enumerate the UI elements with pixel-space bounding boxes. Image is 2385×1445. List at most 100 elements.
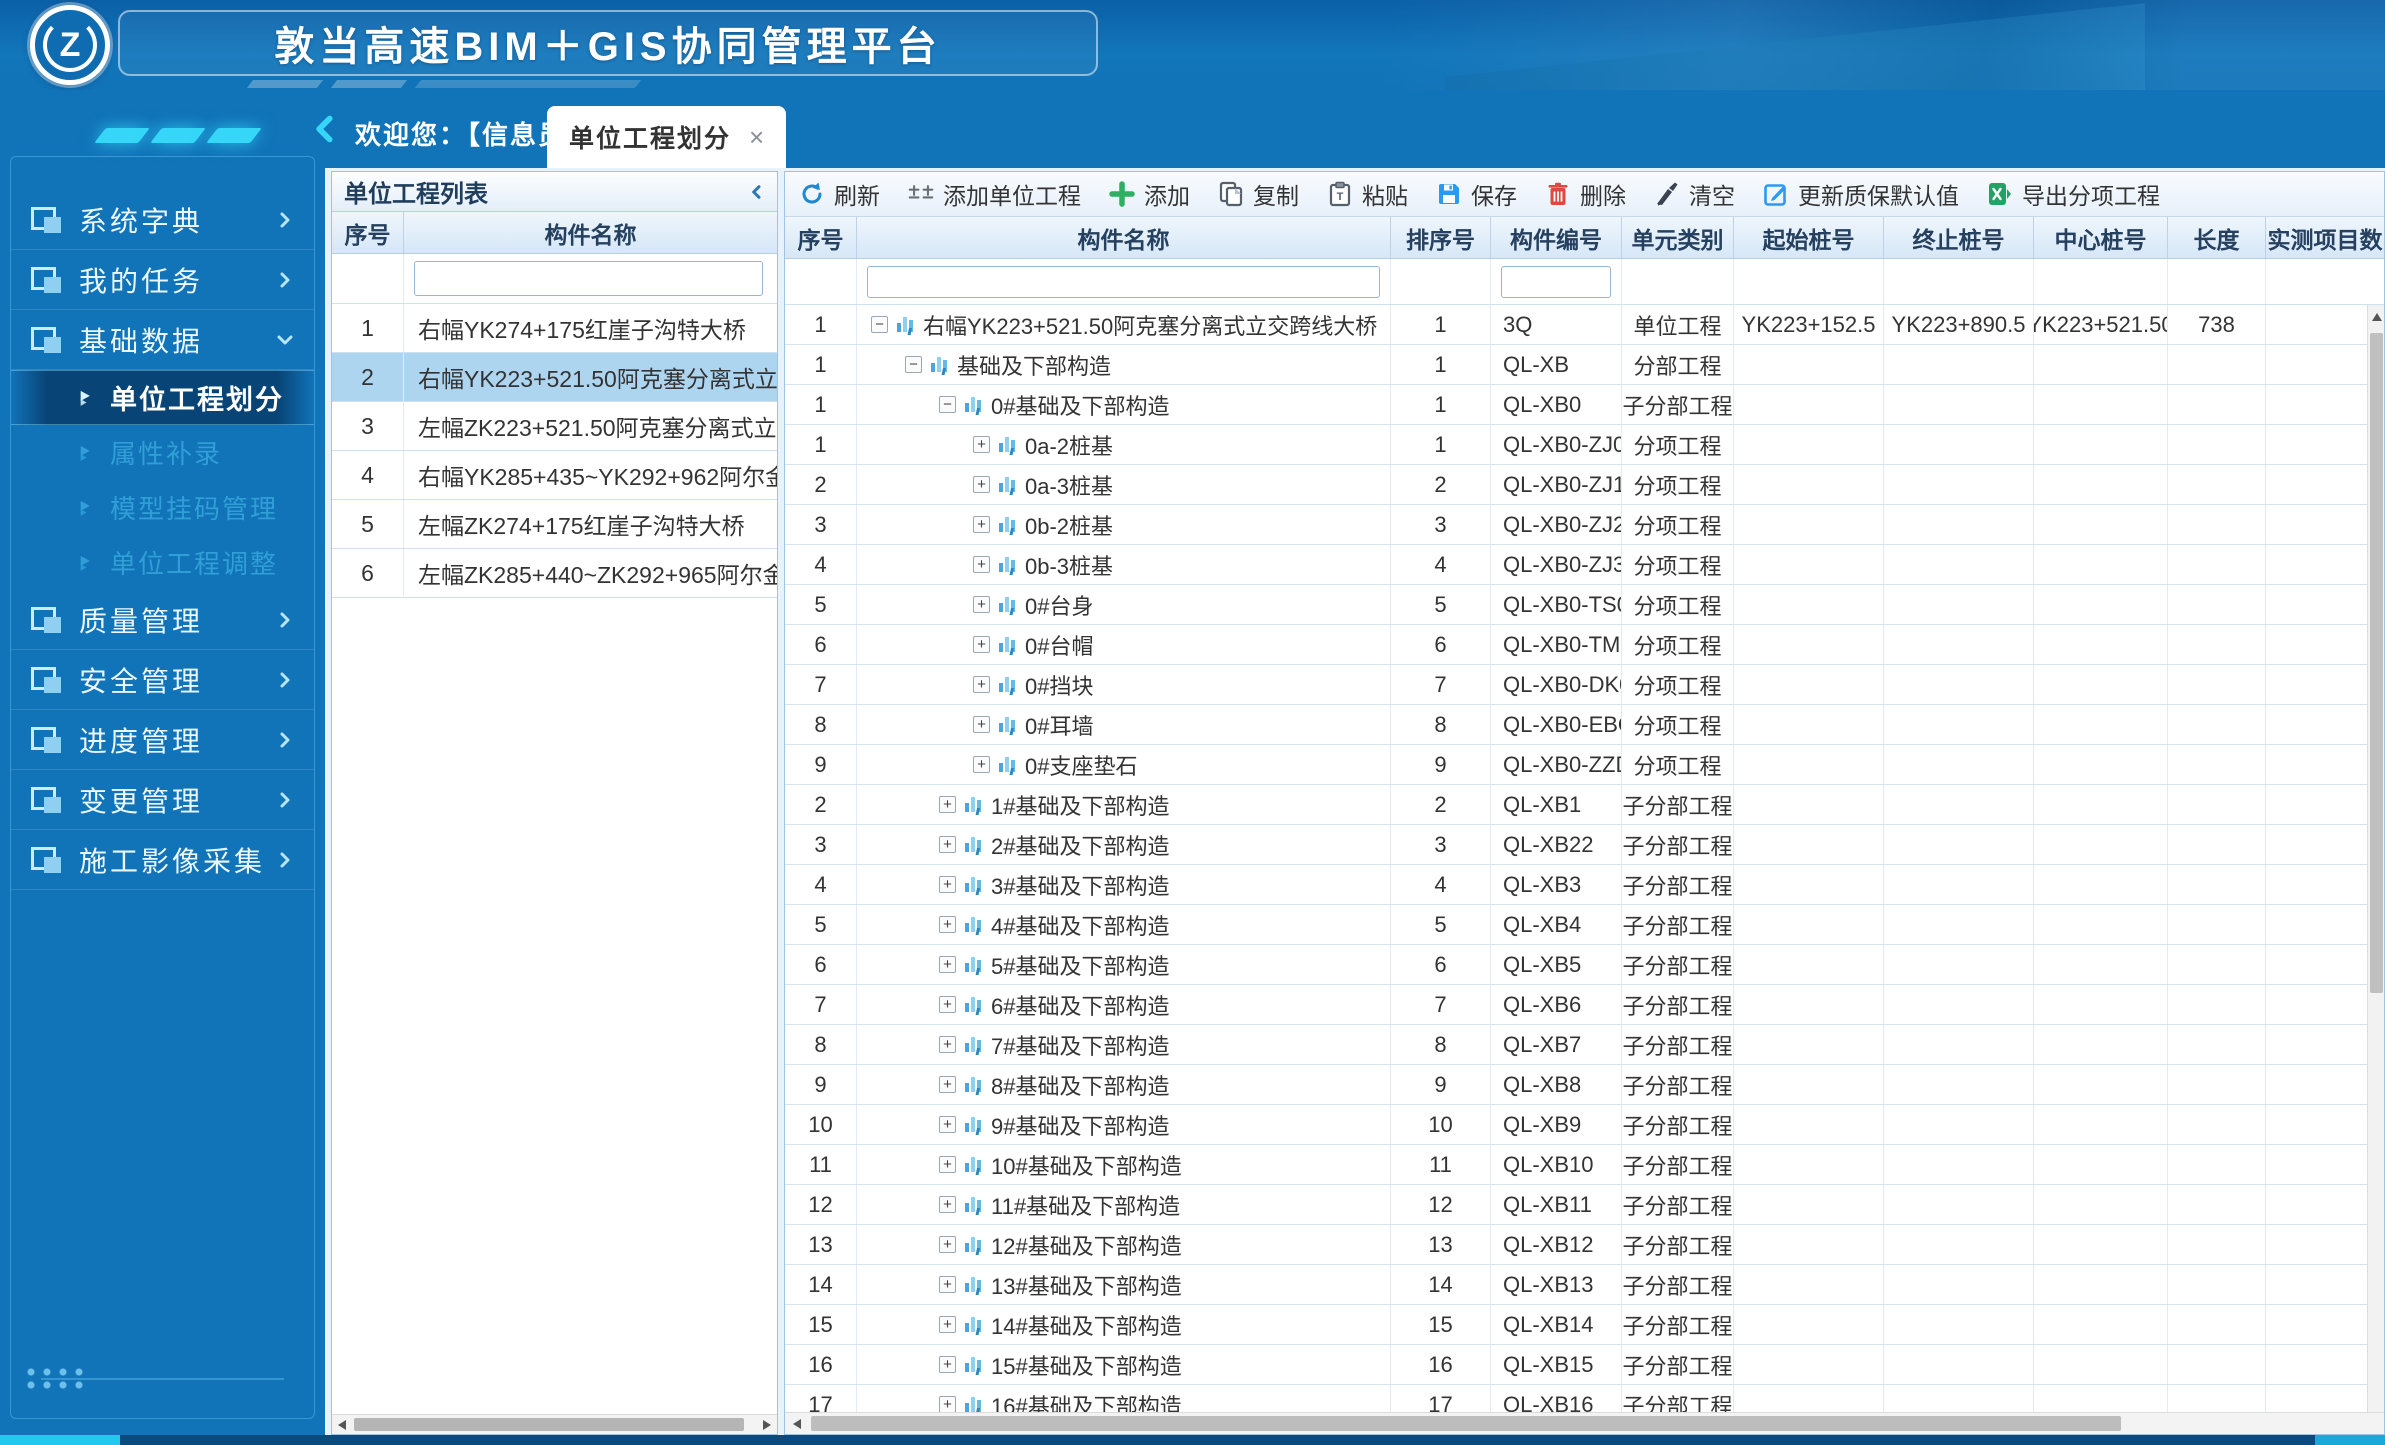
expand-toggle-icon[interactable]: + <box>939 1396 956 1412</box>
tree-row[interactable]: 10+9#基础及下部构造10QL-XB9子分部工程 <box>785 1105 2384 1145</box>
collapse-toggle-icon[interactable]: − <box>905 356 922 373</box>
expand-toggle-icon[interactable]: + <box>973 716 990 733</box>
expand-toggle-icon[interactable]: + <box>973 596 990 613</box>
tree-row[interactable]: 7+0#挡块7QL-XB0-DK0分项工程 <box>785 665 2384 705</box>
panel-collapse-icon[interactable] <box>749 182 765 202</box>
scroll-left-arrow-icon[interactable] <box>338 1420 346 1430</box>
tree-row[interactable]: 2+0a-3桩基2QL-XB0-ZJ1分项工程 <box>785 465 2384 505</box>
collapse-toggle-icon[interactable]: − <box>871 316 888 333</box>
tree-row[interactable]: 11+10#基础及下部构造11QL-XB10子分部工程 <box>785 1145 2384 1185</box>
clear-button[interactable]: 清空 <box>1654 177 1735 211</box>
expand-toggle-icon[interactable]: + <box>939 1316 956 1333</box>
expand-toggle-icon[interactable]: + <box>973 556 990 573</box>
sidebar-item-attr-supplement[interactable]: 属性补录 <box>11 425 314 480</box>
tree-row[interactable]: 1−基础及下部构造1QL-XB分部工程 <box>785 345 2384 385</box>
expand-toggle-icon[interactable]: + <box>939 996 956 1013</box>
tree-row[interactable]: 2+1#基础及下部构造2QL-XB1子分部工程 <box>785 785 2384 825</box>
sidebar-item-construction-image[interactable]: 施工影像采集 <box>11 830 314 890</box>
tree-row[interactable]: 1−右幅YK223+521.50阿克塞分离式立交跨线大桥13Q单位工程YK223… <box>785 305 2384 345</box>
sidebar-item-model-code-mgmt[interactable]: 模型挂码管理 <box>11 480 314 535</box>
expand-toggle-icon[interactable]: + <box>973 636 990 653</box>
unit-list-hscrollbar[interactable] <box>332 1414 777 1434</box>
tab-unit-division[interactable]: 单位工程划分 × <box>547 106 786 168</box>
tree-row[interactable]: 8+7#基础及下部构造8QL-XB7子分部工程 <box>785 1025 2384 1065</box>
expand-toggle-icon[interactable]: + <box>939 916 956 933</box>
expand-toggle-icon[interactable]: + <box>939 876 956 893</box>
scrollbar-thumb[interactable] <box>811 1416 2121 1431</box>
unit-name-filter-input[interactable] <box>414 261 763 296</box>
expand-toggle-icon[interactable]: + <box>939 836 956 853</box>
expand-toggle-icon[interactable]: + <box>939 1356 956 1373</box>
paste-button[interactable]: T粘贴 <box>1327 177 1408 211</box>
delete-button[interactable]: 删除 <box>1545 177 1626 211</box>
scrollbar-thumb[interactable] <box>2370 333 2383 993</box>
unit-row[interactable]: 4右幅YK285+435~YK292+962阿尔金山特长隧道 <box>332 451 777 500</box>
unit-row[interactable]: 6左幅ZK285+440~ZK292+965阿尔金山特长隧道 <box>332 549 777 598</box>
expand-toggle-icon[interactable]: + <box>973 756 990 773</box>
tree-row[interactable]: 17+16#基础及下部构造17QL-XB16子分部工程 <box>785 1385 2384 1412</box>
sidebar-item-unit-adjust[interactable]: 单位工程调整 <box>11 535 314 590</box>
sidebar-item-change-mgmt[interactable]: 变更管理 <box>11 770 314 830</box>
expand-toggle-icon[interactable]: + <box>973 516 990 533</box>
tree-row[interactable]: 16+15#基础及下部构造16QL-XB15子分部工程 <box>785 1345 2384 1385</box>
tree-row[interactable]: 3+2#基础及下部构造3QL-XB22子分部工程 <box>785 825 2384 865</box>
tree-table-hscrollbar[interactable] <box>785 1412 2384 1434</box>
copy-button[interactable]: 复制 <box>1218 177 1299 211</box>
sidebar-item-my-tasks[interactable]: 我的任务 <box>11 250 314 310</box>
tree-row[interactable]: 8+0#耳墙8QL-XB0-EBQ0分项工程 <box>785 705 2384 745</box>
sidebar-item-system-dict[interactable]: 系统字典 <box>11 190 314 250</box>
tree-row[interactable]: 7+6#基础及下部构造7QL-XB6子分部工程 <box>785 985 2384 1025</box>
update-default-button[interactable]: 更新质保默认值 <box>1763 177 1959 211</box>
unit-row[interactable]: 5左幅ZK274+175红崖子沟特大桥 <box>332 500 777 549</box>
tree-row[interactable]: 13+12#基础及下部构造13QL-XB12子分部工程 <box>785 1225 2384 1265</box>
scroll-left-arrow-icon[interactable] <box>793 1419 801 1429</box>
expand-toggle-icon[interactable]: + <box>939 956 956 973</box>
unit-row[interactable]: 3左幅ZK223+521.50阿克塞分离式立交跨线大桥 <box>332 402 777 451</box>
tree-row[interactable]: 4+0b-3桩基4QL-XB0-ZJ3分项工程 <box>785 545 2384 585</box>
collapse-toggle-icon[interactable]: − <box>939 396 956 413</box>
unit-row[interactable]: 2右幅YK223+521.50阿克塞分离式立交跨线大桥 <box>332 353 777 402</box>
tree-row[interactable]: 15+14#基础及下部构造15QL-XB14子分部工程 <box>785 1305 2384 1345</box>
unit-row[interactable]: 1右幅YK274+175红崖子沟特大桥 <box>332 304 777 353</box>
tree-row[interactable]: 9+0#支座垫石9QL-XB0-ZZDS0分项工程 <box>785 745 2384 785</box>
sidebar-item-progress-mgmt[interactable]: 进度管理 <box>11 710 314 770</box>
scroll-right-arrow-icon[interactable] <box>763 1420 771 1430</box>
expand-toggle-icon[interactable]: + <box>939 1036 956 1053</box>
tree-row[interactable]: 5+0#台身5QL-XB0-TS0分项工程 <box>785 585 2384 625</box>
refresh-button[interactable]: 刷新 <box>799 177 880 211</box>
tree-row[interactable]: 6+5#基础及下部构造6QL-XB5子分部工程 <box>785 945 2384 985</box>
expand-toggle-icon[interactable]: + <box>939 1276 956 1293</box>
add-button[interactable]: 添加 <box>1109 177 1190 211</box>
tree-row[interactable]: 4+3#基础及下部构造4QL-XB3子分部工程 <box>785 865 2384 905</box>
tree-row[interactable]: 9+8#基础及下部构造9QL-XB8子分部工程 <box>785 1065 2384 1105</box>
expand-toggle-icon[interactable]: + <box>939 1076 956 1093</box>
sidebar-item-safety-mgmt[interactable]: 安全管理 <box>11 650 314 710</box>
sidebar-item-unit-division[interactable]: 单位工程划分 <box>11 370 314 425</box>
export-subitem-button[interactable]: 导出分项工程 <box>1987 177 2160 211</box>
expand-toggle-icon[interactable]: + <box>973 676 990 693</box>
expand-toggle-icon[interactable]: + <box>939 796 956 813</box>
tree-row[interactable]: 5+4#基础及下部构造5QL-XB4子分部工程 <box>785 905 2384 945</box>
tree-row[interactable]: 6+0#台帽6QL-XB0-TM0分项工程 <box>785 625 2384 665</box>
expand-toggle-icon[interactable]: + <box>939 1156 956 1173</box>
expand-toggle-icon[interactable]: + <box>973 476 990 493</box>
sidebar-item-basic-data[interactable]: 基础数据 <box>11 310 314 370</box>
tree-row[interactable]: 12+11#基础及下部构造12QL-XB11子分部工程 <box>785 1185 2384 1225</box>
add-unit-button[interactable]: 添加单位工程 <box>908 177 1081 211</box>
expand-toggle-icon[interactable]: + <box>939 1236 956 1253</box>
tree-table-vscrollbar[interactable] <box>2367 305 2384 1412</box>
expand-toggle-icon[interactable]: + <box>973 436 990 453</box>
component-name-filter-input[interactable] <box>867 266 1380 298</box>
scroll-up-arrow-icon[interactable] <box>2372 313 2382 321</box>
sidebar-item-quality-mgmt[interactable]: 质量管理 <box>11 590 314 650</box>
expand-toggle-icon[interactable]: + <box>939 1196 956 1213</box>
scrollbar-thumb[interactable] <box>354 1418 744 1431</box>
save-button[interactable]: 保存 <box>1436 177 1517 211</box>
expand-toggle-icon[interactable]: + <box>939 1116 956 1133</box>
tree-row[interactable]: 1−0#基础及下部构造1QL-XB0子分部工程 <box>785 385 2384 425</box>
tab-close-icon[interactable]: × <box>749 124 764 150</box>
tree-row[interactable]: 14+13#基础及下部构造14QL-XB13子分部工程 <box>785 1265 2384 1305</box>
component-code-filter-input[interactable] <box>1501 266 1611 298</box>
tree-row[interactable]: 3+0b-2桩基3QL-XB0-ZJ2分项工程 <box>785 505 2384 545</box>
tab-scroll-left-icon[interactable] <box>311 112 339 151</box>
